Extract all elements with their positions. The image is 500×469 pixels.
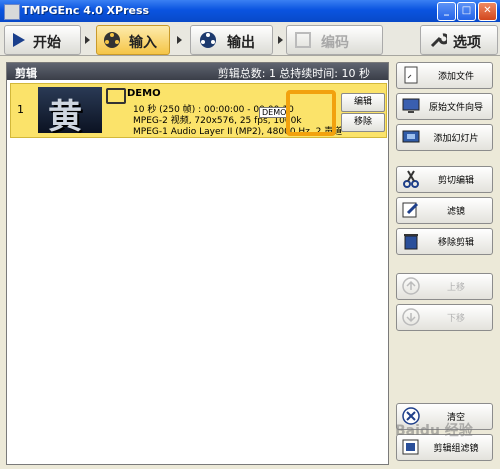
film-reel-icon [200, 32, 216, 48]
wrench-icon [430, 33, 447, 48]
filter-button[interactable]: 滤镜 [396, 197, 493, 224]
film-frame-icon [286, 90, 336, 136]
source-wizard-button[interactable]: 原始文件向导 [396, 93, 493, 120]
edit-pencil-icon [402, 202, 419, 218]
clip-group-filter-label: 剪辑组滤镜 [433, 444, 479, 454]
minimize-button[interactable]: _ [437, 2, 456, 21]
start-label: 开始 [33, 35, 61, 51]
close-button[interactable]: ✕ [478, 2, 497, 21]
thumbnail-glyph: 黄 [48, 97, 82, 133]
cut-edit-label: 剪切编辑 [437, 176, 474, 186]
input-label: 输入 [129, 35, 157, 51]
options-button[interactable]: 选项 [420, 25, 498, 55]
start-button[interactable]: 开始 [4, 25, 81, 55]
encode-button[interactable]: 编码 [286, 25, 383, 55]
edit-clip-button[interactable]: 编辑 [341, 93, 385, 112]
clip-index: 1 [17, 103, 24, 116]
slideshow-icon [402, 130, 420, 143]
remove-cut-label: 移除剪辑 [437, 238, 474, 248]
options-label: 选项 [453, 35, 481, 51]
remove-cut-button[interactable]: 移除剪辑 [396, 228, 493, 255]
group-filter-icon [402, 439, 419, 455]
film-icon [106, 88, 126, 104]
add-file-label: 添加文件 [437, 72, 474, 82]
title-bar: TMPGEnc 4.0 XPress _ □ ✕ [0, 0, 500, 22]
add-slideshow-label: 添加幻灯片 [433, 134, 479, 144]
step-arrow-icon [278, 36, 283, 44]
monitor-icon [402, 98, 420, 113]
input-button[interactable]: 输入 [96, 25, 170, 55]
trash-icon [404, 234, 418, 250]
source-wizard-label: 原始文件向导 [428, 103, 483, 113]
clip-tooltip: DEMO [259, 107, 290, 118]
clip-row[interactable]: 1 黄 DEMO 10 秒 (250 帧) : 00:00:00 - 00:00… [10, 83, 387, 138]
clips-title: 剪辑 [15, 67, 37, 80]
clips-header: 剪辑 剪辑总数: 1 总持续时间: 10 秒 [7, 63, 388, 80]
app-icon [4, 4, 20, 20]
film-reel-icon [104, 32, 120, 48]
watermark: Baidu 经验 [395, 423, 473, 439]
window-title: TMPGEnc 4.0 XPress [22, 4, 150, 17]
move-up-button[interactable]: 上移 [396, 273, 493, 300]
output-button[interactable]: 输出 [190, 25, 273, 55]
scissors-icon [403, 170, 419, 188]
maximize-button[interactable]: □ [457, 2, 476, 21]
move-down-button[interactable]: 下移 [396, 304, 493, 331]
clip-name: DEMO [127, 88, 161, 99]
add-file-button[interactable]: 添加文件 [396, 62, 493, 89]
add-slideshow-button[interactable]: 添加幻灯片 [396, 124, 493, 151]
film-strip-icon [295, 32, 311, 48]
step-arrow-icon [177, 36, 182, 44]
clip-thumbnail: 黄 [38, 87, 102, 133]
step-toolbar: 开始 输入 输出 编码 选项 [0, 22, 500, 56]
output-label: 输出 [227, 35, 255, 51]
clips-panel: 剪辑 剪辑总数: 1 总持续时间: 10 秒 1 黄 DEMO 10 秒 (25… [6, 62, 389, 465]
arrow-up-icon [402, 277, 420, 295]
filter-label: 滤镜 [446, 207, 465, 217]
new-file-icon [404, 66, 418, 84]
step-arrow-icon [85, 36, 90, 44]
clip-count: 剪辑总数: 1 [217, 67, 276, 80]
move-up-label: 上移 [446, 283, 465, 293]
total-duration: 总持续时间: 10 秒 [279, 67, 370, 80]
arrow-down-icon [402, 308, 420, 326]
move-down-label: 下移 [446, 314, 465, 324]
encode-label: 编码 [321, 35, 349, 51]
remove-clip-button[interactable]: 移除 [341, 113, 385, 132]
cut-edit-button[interactable]: 剪切编辑 [396, 166, 493, 193]
play-arrow-icon [13, 33, 25, 47]
